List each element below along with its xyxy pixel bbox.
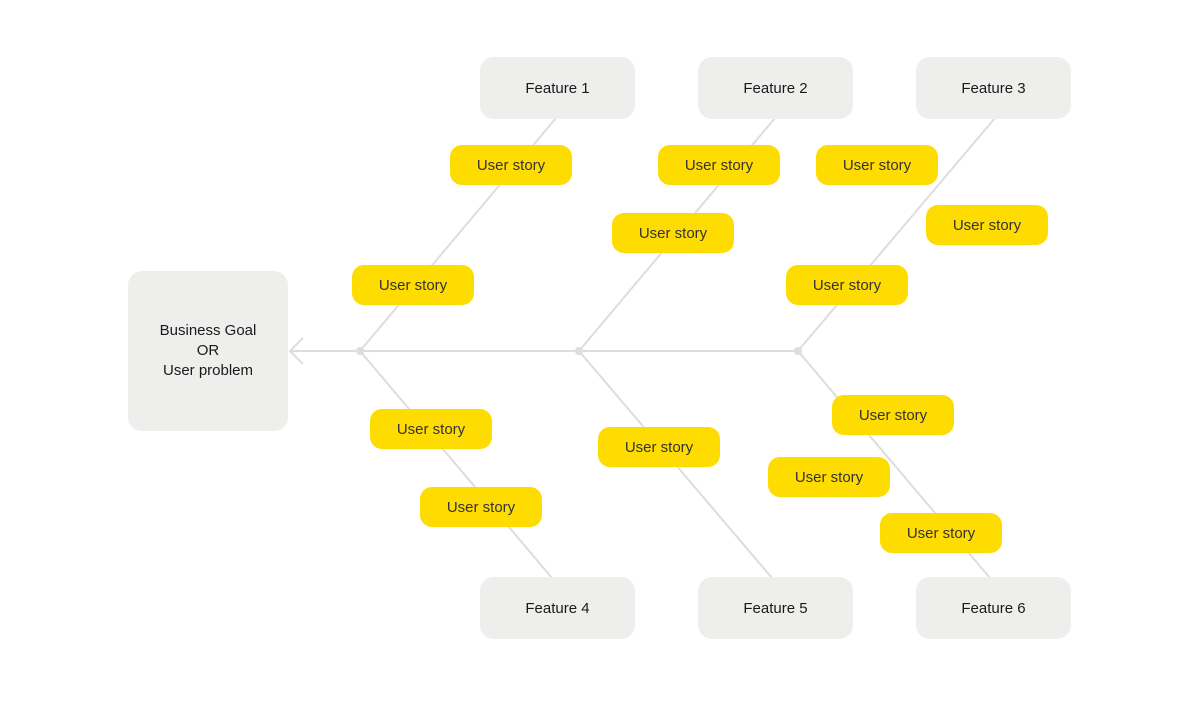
- user-story-card[interactable]: User story: [658, 145, 780, 185]
- feature-2-box[interactable]: Feature 2: [698, 57, 853, 119]
- user-story-card[interactable]: User story: [612, 213, 734, 253]
- joint-dot: [575, 347, 583, 355]
- user-story-card[interactable]: User story: [450, 145, 572, 185]
- user-story-card[interactable]: User story: [786, 265, 908, 305]
- feature-4-box[interactable]: Feature 4: [480, 577, 635, 639]
- feature-1-box[interactable]: Feature 1: [480, 57, 635, 119]
- user-story-card[interactable]: User story: [598, 427, 720, 467]
- user-story-card[interactable]: User story: [926, 205, 1048, 245]
- bone-feature-4: [359, 350, 553, 579]
- user-story-card[interactable]: User story: [352, 265, 474, 305]
- feature-5-box[interactable]: Feature 5: [698, 577, 853, 639]
- user-story-card[interactable]: User story: [816, 145, 938, 185]
- user-story-card[interactable]: User story: [420, 487, 542, 527]
- user-story-card[interactable]: User story: [768, 457, 890, 497]
- feature-6-box[interactable]: Feature 6: [916, 577, 1071, 639]
- user-story-card[interactable]: User story: [832, 395, 954, 435]
- goal-line-1: Business Goal: [159, 322, 257, 339]
- goal-line-2: OR: [196, 342, 220, 359]
- goal-line-3: User problem: [162, 362, 254, 379]
- joint-dot: [794, 347, 802, 355]
- user-story-card[interactable]: User story: [880, 513, 1002, 553]
- joint-dot: [356, 347, 364, 355]
- goal-box[interactable]: Business Goal OR User problem: [128, 271, 288, 431]
- user-story-card[interactable]: User story: [370, 409, 492, 449]
- feature-3-box[interactable]: Feature 3: [916, 57, 1071, 119]
